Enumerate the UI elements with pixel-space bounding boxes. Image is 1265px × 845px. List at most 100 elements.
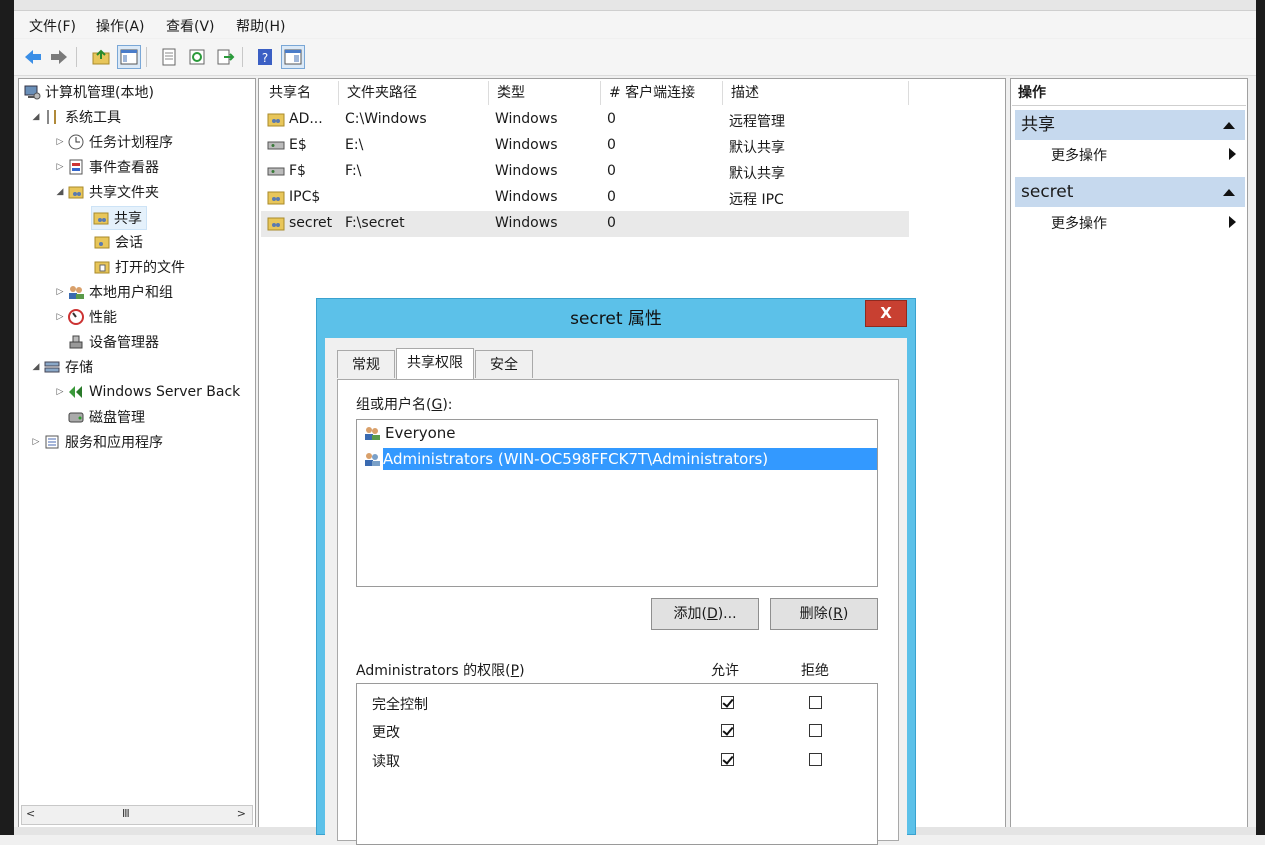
- services-icon: [43, 433, 61, 451]
- tab-general[interactable]: 常规: [337, 350, 395, 378]
- tree-task-scheduler[interactable]: ▷ 任务计划程序: [53, 131, 173, 153]
- allow-full-control-checkbox[interactable]: [721, 696, 734, 709]
- tree-system-tools[interactable]: ◢ 系统工具: [29, 106, 121, 128]
- expand-icon[interactable]: ▷: [53, 287, 67, 297]
- expand-icon[interactable]: ▷: [29, 437, 43, 447]
- svg-text:?: ?: [262, 51, 268, 65]
- share-desc: 远程管理: [729, 114, 785, 130]
- actions-section-shares[interactable]: 共享: [1015, 110, 1245, 140]
- event-viewer-icon: [67, 158, 85, 176]
- show-action-pane-icon[interactable]: [281, 45, 305, 69]
- collapse-icon[interactable]: ◢: [29, 112, 43, 122]
- scroll-left-icon[interactable]: <: [26, 807, 35, 820]
- deny-change-checkbox[interactable]: [809, 724, 822, 737]
- tree-device-manager[interactable]: 设备管理器: [67, 331, 159, 353]
- group-icon: [363, 424, 381, 442]
- share-clients: 0: [607, 111, 616, 127]
- tree-shared-folders[interactable]: ◢ 共享文件夹: [53, 181, 159, 203]
- list-item[interactable]: Everyone: [363, 422, 456, 444]
- share-permissions-page: 组或用户名(G): Everyone Administrators (WIN-O…: [337, 379, 899, 845]
- group-icon: [363, 450, 381, 468]
- desktop-edge-right: [1256, 0, 1265, 835]
- table-row-selected[interactable]: secret F:\secret Windows 0: [261, 211, 909, 237]
- list-item-selected[interactable]: Administrators (WIN-OC598FFCK7T\Administ…: [383, 448, 877, 470]
- properties-icon[interactable]: [158, 46, 180, 68]
- expand-icon[interactable]: ▷: [53, 312, 67, 322]
- help-icon[interactable]: ?: [254, 46, 276, 68]
- share-icon: [92, 209, 110, 227]
- tree-shares[interactable]: 共享: [91, 206, 147, 230]
- refresh-icon[interactable]: [186, 46, 208, 68]
- open-files-icon: [93, 258, 111, 276]
- tree-local-users[interactable]: ▷ 本地用户和组: [53, 281, 173, 303]
- collapse-up-icon[interactable]: [1223, 189, 1235, 196]
- scroll-right-icon[interactable]: >: [237, 807, 246, 820]
- storage-icon: [43, 358, 61, 376]
- show-tree-icon[interactable]: [117, 45, 141, 69]
- tree-open-files[interactable]: 打开的文件: [93, 256, 185, 278]
- column-header-folder-path[interactable]: 文件夹路径: [339, 81, 489, 105]
- up-folder-icon[interactable]: [90, 46, 112, 68]
- tree-performance[interactable]: ▷ 性能: [53, 306, 117, 328]
- shared-folder-icon: [67, 183, 85, 201]
- column-header-description[interactable]: 描述: [723, 81, 909, 105]
- column-header-share-name[interactable]: 共享名: [261, 81, 339, 105]
- deny-read-checkbox[interactable]: [809, 753, 822, 766]
- table-row[interactable]: E$ E:\ Windows 0 默认共享: [261, 133, 909, 159]
- table-row[interactable]: IPC$ Windows 0 远程 IPC: [261, 185, 909, 211]
- share-clients: 0: [607, 137, 616, 153]
- add-button[interactable]: 添加(D)...: [651, 598, 759, 630]
- menu-help[interactable]: 帮助(H): [236, 16, 285, 36]
- expand-icon[interactable]: ▷: [53, 137, 67, 147]
- allow-read-checkbox[interactable]: [721, 753, 734, 766]
- share-desc: 默认共享: [729, 166, 785, 182]
- tree-disk-management[interactable]: 磁盘管理: [67, 406, 145, 428]
- table-row[interactable]: F$ F:\ Windows 0 默认共享: [261, 159, 909, 185]
- tree-windows-backup[interactable]: ▷ Windows Server Back: [53, 381, 241, 403]
- share-icon: [267, 189, 285, 209]
- tab-share-permissions[interactable]: 共享权限: [396, 348, 474, 379]
- dialog-body: 常规 共享权限 安全 组或用户名(G): Everyone Administra…: [325, 338, 907, 845]
- device-manager-icon: [67, 333, 85, 351]
- actions-title: 操作: [1012, 80, 1246, 106]
- table-row[interactable]: AD... C:\Windows Windows 0 远程管理: [261, 107, 909, 133]
- export-icon[interactable]: [214, 46, 236, 68]
- expand-icon[interactable]: ▷: [53, 162, 67, 172]
- group-user-listbox[interactable]: Everyone Administrators (WIN-OC598FFCK7T…: [356, 419, 878, 587]
- tree-sessions[interactable]: 会话: [93, 231, 143, 253]
- more-actions-secret[interactable]: 更多操作: [1051, 213, 1107, 233]
- properties-dialog: secret 属性 X 常规 共享权限 安全 组或用户名(G): Everyon…: [316, 298, 916, 845]
- remove-button[interactable]: 删除(R): [770, 598, 878, 630]
- sessions-icon: [93, 233, 111, 251]
- more-actions-shares[interactable]: 更多操作: [1051, 145, 1107, 165]
- menu-view[interactable]: 查看(V): [166, 16, 215, 36]
- share-icon: [267, 111, 285, 131]
- deny-full-control-checkbox[interactable]: [809, 696, 822, 709]
- tree-services-apps[interactable]: ▷ 服务和应用程序: [29, 431, 163, 453]
- scroll-thumb[interactable]: III: [122, 807, 130, 820]
- menu-file[interactable]: 文件(F): [29, 16, 76, 36]
- collapse-icon[interactable]: ◢: [29, 362, 43, 372]
- share-name: AD...: [289, 111, 323, 127]
- tab-security[interactable]: 安全: [475, 350, 533, 378]
- allow-change-checkbox[interactable]: [721, 724, 734, 737]
- forward-icon[interactable]: [48, 46, 70, 68]
- tree-storage[interactable]: ◢ 存储: [29, 356, 93, 378]
- tree-computer-management[interactable]: 计算机管理(本地): [23, 81, 154, 103]
- toolbar: ?: [14, 39, 1256, 76]
- dialog-title: secret 属性: [570, 309, 662, 329]
- collapse-icon[interactable]: ◢: [53, 187, 67, 197]
- expand-icon[interactable]: ▷: [53, 387, 67, 397]
- column-header-type[interactable]: 类型: [489, 81, 601, 105]
- tree-event-viewer[interactable]: ▷ 事件查看器: [53, 156, 159, 178]
- menu-bar: 文件(F) 操作(A) 查看(V) 帮助(H): [14, 11, 1256, 38]
- back-icon[interactable]: [22, 46, 44, 68]
- share-clients: 0: [607, 189, 616, 205]
- collapse-up-icon[interactable]: [1223, 122, 1235, 129]
- actions-section-secret[interactable]: secret: [1015, 177, 1245, 207]
- menu-action[interactable]: 操作(A): [96, 16, 145, 36]
- share-path: E:\: [345, 137, 364, 153]
- column-header-client-connections[interactable]: # 客户端连接: [601, 81, 723, 105]
- tree-horizontal-scrollbar[interactable]: < III >: [21, 805, 253, 825]
- close-button[interactable]: X: [865, 300, 907, 327]
